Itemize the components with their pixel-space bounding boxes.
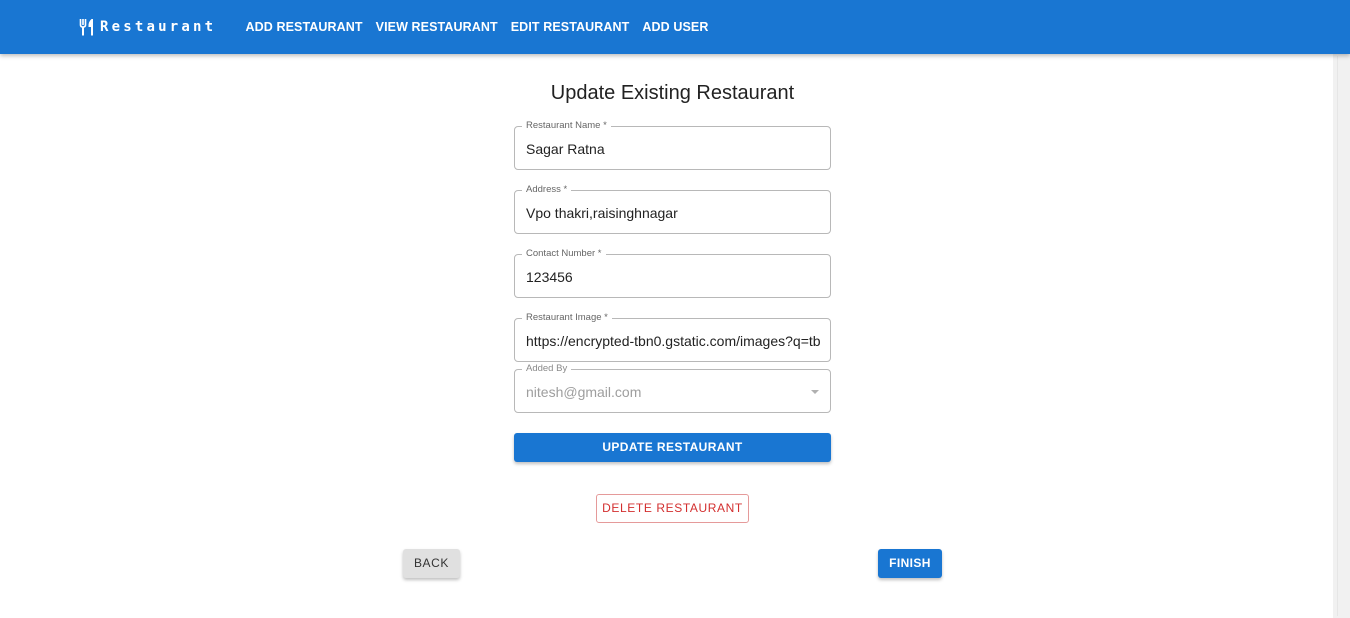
app-bar: Restaurant ADD RESTAURANT VIEW RESTAURAN… bbox=[0, 0, 1350, 54]
nav-add-user[interactable]: ADD USER bbox=[636, 20, 715, 34]
brand[interactable]: Restaurant bbox=[79, 17, 216, 37]
nav-edit-restaurant[interactable]: EDIT RESTAURANT bbox=[504, 20, 636, 34]
restaurant-image-field[interactable]: Restaurant Image * https://encrypted-tbn… bbox=[514, 312, 831, 362]
address-input[interactable]: Vpo thakri,raisinghnagar bbox=[526, 204, 820, 222]
restaurant-image-input[interactable]: https://encrypted-tbn0.gstatic.com/image… bbox=[526, 332, 820, 350]
finish-button[interactable]: FINISH bbox=[878, 549, 942, 578]
main-nav: ADD RESTAURANT VIEW RESTAURANT EDIT REST… bbox=[239, 0, 715, 54]
field-label: Restaurant Image * bbox=[522, 312, 612, 324]
restaurant-cutlery-icon bbox=[79, 18, 95, 36]
contact-number-field[interactable]: Contact Number * 123456 bbox=[514, 248, 831, 298]
delete-restaurant-button[interactable]: DELETE RESTAURANT bbox=[596, 494, 749, 523]
restaurant-name-input[interactable]: Sagar Ratna bbox=[526, 140, 820, 158]
restaurant-name-field[interactable]: Restaurant Name * Sagar Ratna bbox=[514, 120, 831, 170]
field-label: Restaurant Name * bbox=[522, 120, 611, 132]
dropdown-arrow-icon bbox=[811, 390, 819, 394]
address-field[interactable]: Address * Vpo thakri,raisinghnagar bbox=[514, 184, 831, 234]
scrollbar-thumb[interactable] bbox=[1337, 56, 1348, 616]
added-by-select: Added By nitesh@gmail.com bbox=[514, 363, 831, 413]
added-by-value: nitesh@gmail.com bbox=[526, 384, 642, 400]
back-button[interactable]: BACK bbox=[403, 549, 460, 578]
nav-add-restaurant[interactable]: ADD RESTAURANT bbox=[239, 20, 369, 34]
field-label: Contact Number * bbox=[522, 248, 606, 260]
page-title: Update Existing Restaurant bbox=[550, 82, 795, 104]
contact-number-input[interactable]: 123456 bbox=[526, 268, 820, 286]
field-label: Added By bbox=[522, 363, 572, 375]
update-restaurant-button[interactable]: UPDATE RESTAURANT bbox=[514, 433, 831, 462]
nav-view-restaurant[interactable]: VIEW RESTAURANT bbox=[369, 20, 504, 34]
brand-title: Restaurant bbox=[100, 19, 217, 35]
field-label: Address * bbox=[522, 184, 572, 196]
